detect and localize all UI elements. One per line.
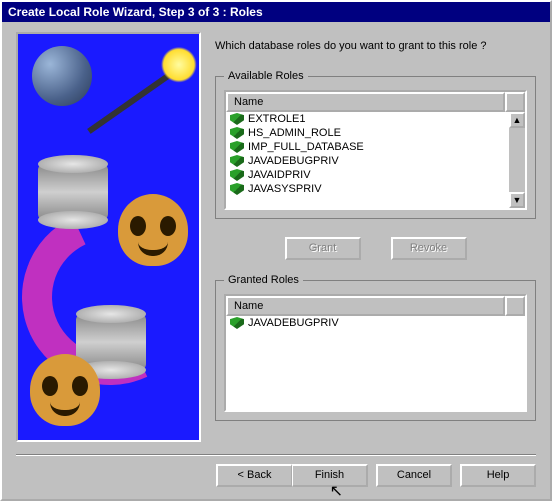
- nav-buttons: < Back Finish Cancel Help ↖: [2, 464, 550, 499]
- available-roles-list[interactable]: Name EXTROLE1 HS_ADMIN_ROLE IMP_FULL_DAT…: [224, 90, 527, 210]
- separator: [16, 454, 536, 456]
- granted-col-spacer: [505, 296, 525, 316]
- list-item[interactable]: JAVASYSPRIV: [226, 182, 525, 196]
- granted-col-name[interactable]: Name: [226, 296, 505, 316]
- role-name: IMP_FULL_DATABASE: [248, 141, 364, 153]
- scroll-up-button[interactable]: ▲: [509, 112, 525, 128]
- role-name: HS_ADMIN_ROLE: [248, 127, 341, 139]
- role-icon: [230, 127, 244, 139]
- titlebar: Create Local Role Wizard, Step 3 of 3 : …: [2, 2, 550, 22]
- scroll-track[interactable]: [509, 128, 525, 192]
- grant-button[interactable]: Grant: [285, 237, 361, 260]
- revoke-button[interactable]: Revoke: [391, 237, 467, 260]
- granted-list-body[interactable]: JAVADEBUGPRIV: [226, 316, 525, 410]
- window-title: Create Local Role Wizard, Step 3 of 3 : …: [8, 5, 263, 19]
- list-item[interactable]: JAVADEBUGPRIV: [226, 316, 525, 330]
- granted-roles-list[interactable]: Name JAVADEBUGPRIV: [224, 294, 527, 412]
- list-item[interactable]: EXTROLE1: [226, 112, 525, 126]
- finish-button[interactable]: Finish: [292, 464, 368, 487]
- grant-revoke-row: Grant Revoke: [215, 237, 536, 260]
- role-name: JAVADEBUGPRIV: [248, 317, 339, 329]
- role-icon: [230, 317, 244, 329]
- available-col-name[interactable]: Name: [226, 92, 505, 112]
- back-button[interactable]: < Back: [216, 464, 292, 487]
- role-name: JAVADEBUGPRIV: [248, 155, 339, 167]
- right-pane: Which database roles do you want to gran…: [215, 32, 536, 444]
- available-col-spacer: [505, 92, 525, 112]
- wizard-window: Create Local Role Wizard, Step 3 of 3 : …: [0, 0, 552, 501]
- role-name: JAVASYSPRIV: [248, 183, 322, 195]
- scroll-down-button[interactable]: ▼: [509, 192, 525, 208]
- content-area: Which database roles do you want to gran…: [2, 22, 550, 450]
- cancel-button[interactable]: Cancel: [376, 464, 452, 487]
- available-roles-group: Available Roles Name EXTROLE1 HS_ADMIN_R…: [215, 70, 536, 219]
- available-list-body[interactable]: EXTROLE1 HS_ADMIN_ROLE IMP_FULL_DATABASE…: [226, 112, 525, 208]
- role-name: JAVAIDPRIV: [248, 169, 311, 181]
- role-name: EXTROLE1: [248, 113, 305, 125]
- role-icon: [230, 155, 244, 167]
- available-roles-legend: Available Roles: [224, 70, 308, 82]
- wizard-image: [16, 32, 201, 442]
- list-item[interactable]: HS_ADMIN_ROLE: [226, 126, 525, 140]
- prompt-text: Which database roles do you want to gran…: [215, 40, 536, 52]
- list-item[interactable]: IMP_FULL_DATABASE: [226, 140, 525, 154]
- list-item[interactable]: JAVADEBUGPRIV: [226, 154, 525, 168]
- list-item[interactable]: JAVAIDPRIV: [226, 168, 525, 182]
- available-list-header: Name: [226, 92, 525, 112]
- help-button[interactable]: Help: [460, 464, 536, 487]
- role-icon: [230, 141, 244, 153]
- granted-list-header: Name: [226, 296, 525, 316]
- granted-roles-group: Granted Roles Name JAVADEBUGPRIV: [215, 274, 536, 421]
- role-icon: [230, 183, 244, 195]
- role-icon: [230, 113, 244, 125]
- role-icon: [230, 169, 244, 181]
- granted-roles-legend: Granted Roles: [224, 274, 303, 286]
- available-scrollbar[interactable]: ▲ ▼: [509, 112, 525, 208]
